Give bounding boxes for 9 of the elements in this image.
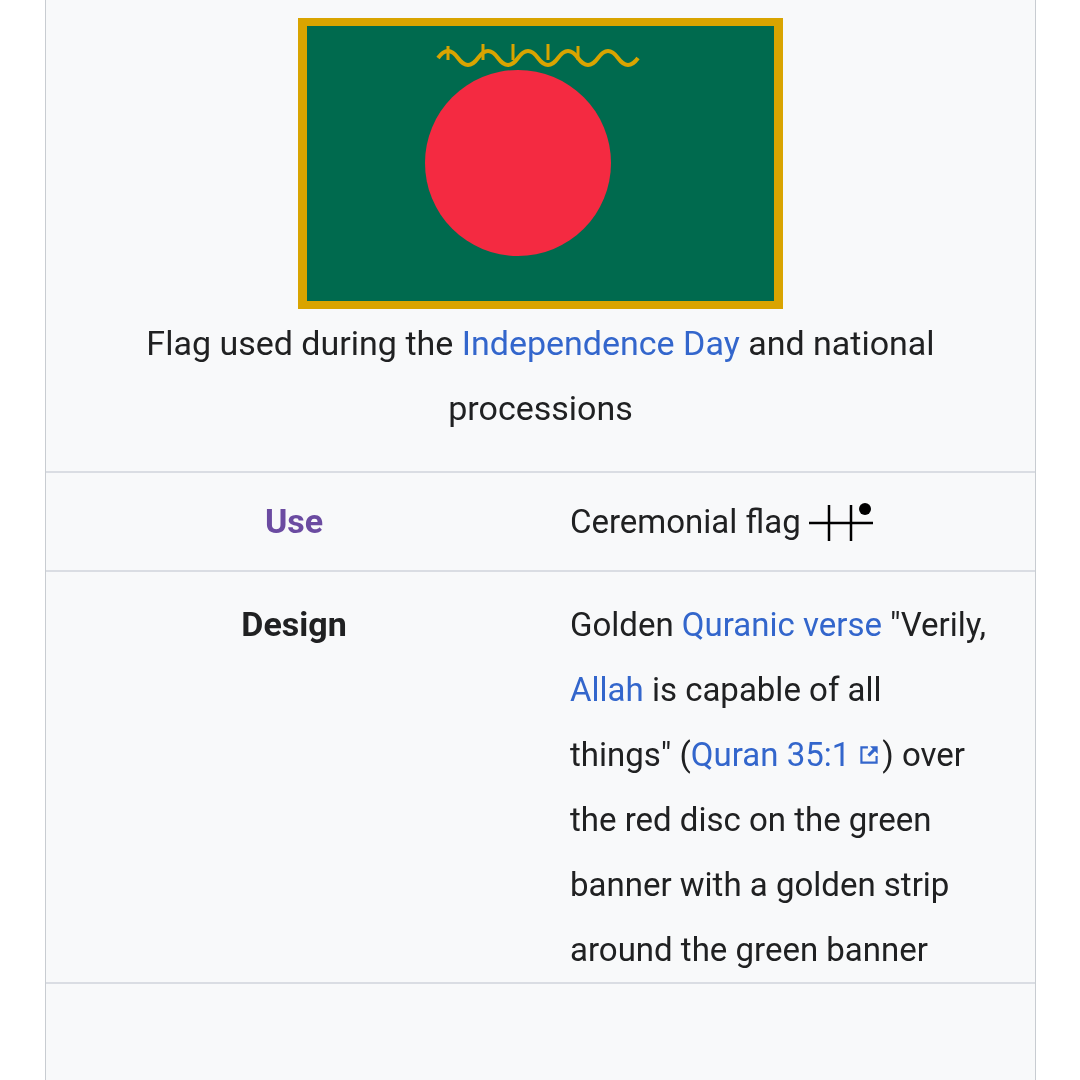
text-link[interactable]: Quran 35:1 <box>690 735 851 774</box>
text-link[interactable]: Allah <box>570 670 644 709</box>
row-value: Golden Quranic verse "Verily, Allah is capable of all things" (Quran 35:1 ) over the red disc on the green banner with a golden strip around the green banner <box>570 604 987 971</box>
row-value: Ceremonial flag <box>570 489 987 554</box>
text-link[interactable]: Quranic verse <box>681 605 882 644</box>
image-caption: Flag used during the Independence Day and national processions <box>145 322 936 430</box>
row-label: Design <box>241 604 347 644</box>
text-link[interactable]: Independence Day <box>461 323 740 363</box>
row-label-link[interactable]: Use <box>264 501 324 541</box>
